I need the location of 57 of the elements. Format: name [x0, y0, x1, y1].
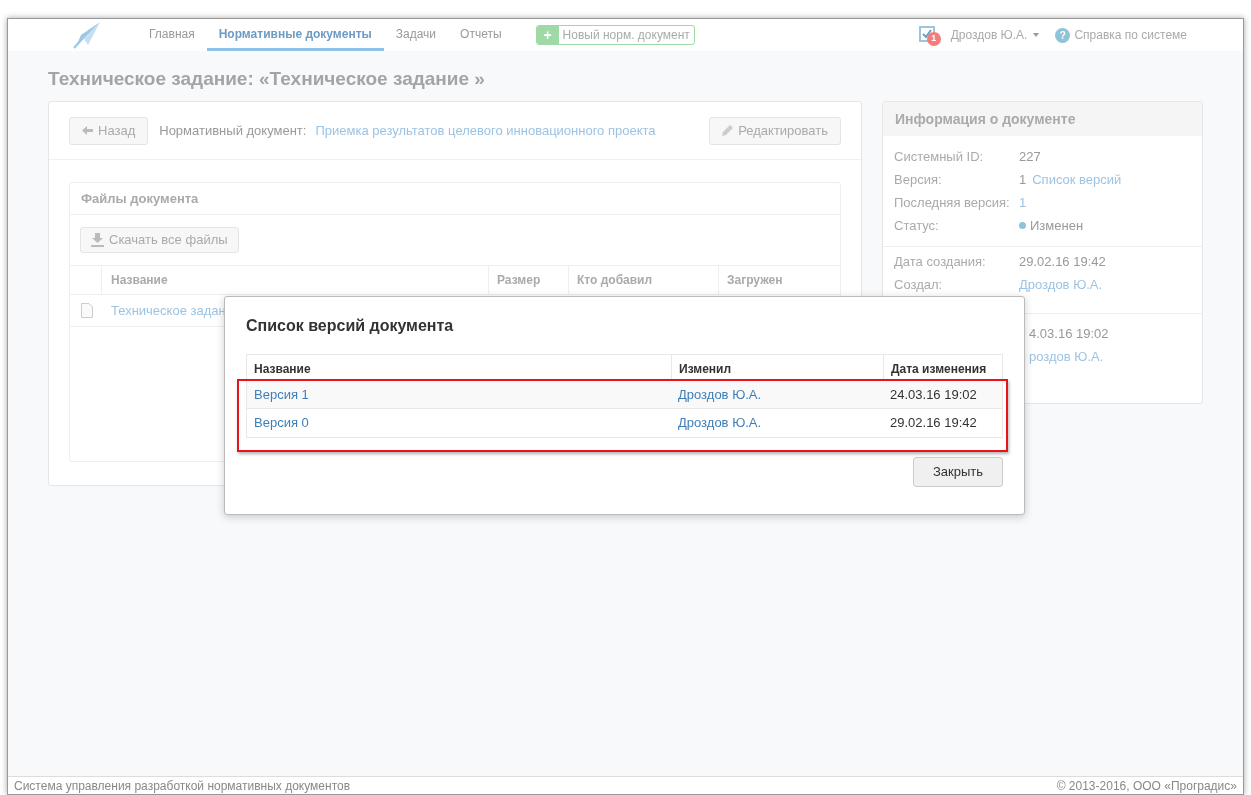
- copyright-text: © 2013-2016, ООО «Проградис»: [1056, 777, 1237, 795]
- notification-badge: 1: [926, 32, 941, 46]
- column-header: Название: [110, 272, 169, 289]
- nav-tab[interactable]: Отчеты: [448, 19, 514, 51]
- info-label: Версия:: [894, 170, 943, 189]
- download-icon: [91, 233, 104, 247]
- files-title: Файлы документа: [70, 183, 840, 215]
- author-link[interactable]: Дроздов Ю.А.: [671, 413, 883, 433]
- version-link[interactable]: Версия 1: [247, 384, 671, 405]
- nav-tab[interactable]: Задачи: [383, 19, 449, 51]
- new-document-button[interactable]: + Новый норм. документ: [535, 25, 695, 45]
- checkbox-tasks-icon: [918, 26, 935, 42]
- column-header: Дата изменения: [883, 355, 1002, 379]
- info-link[interactable]: Список версий: [1032, 169, 1122, 190]
- date-cell-text: 24.03.16 19:02: [889, 385, 978, 404]
- info-link[interactable]: Дроздов Ю.А.: [1019, 274, 1103, 295]
- info-title: Информация о документе: [883, 102, 1202, 136]
- author-link[interactable]: Дроздов Ю.А.: [671, 384, 883, 405]
- info-value: 227: [1019, 147, 1041, 166]
- document-label: Нормативный документ:: [159, 121, 307, 140]
- info-label: Создал:: [894, 275, 944, 294]
- close-button[interactable]: Закрыть: [913, 457, 1003, 487]
- pencil-icon: [722, 125, 734, 136]
- status-text: Изменен: [1030, 216, 1084, 235]
- column-header: Кто добавил: [568, 266, 718, 294]
- rocket-logo-icon: [72, 21, 102, 49]
- info-label: Статус:: [894, 216, 940, 235]
- arrow-left-icon: [82, 126, 93, 135]
- info-value: 29.02.16 19:42: [1019, 252, 1106, 271]
- nav-tab[interactable]: Нормативные документы: [206, 19, 384, 51]
- date-cell-text: 29.02.16 19:42: [889, 414, 978, 433]
- document-link[interactable]: Приемка результатов целевого инновационного проекта: [315, 120, 656, 141]
- user-menu[interactable]: Дроздов Ю.А.: [950, 26, 1040, 44]
- plus-icon: +: [536, 26, 559, 44]
- info-label: Системный ID:: [894, 147, 985, 166]
- nav-tab[interactable]: Главная: [137, 19, 207, 51]
- help-icon: ?: [1055, 27, 1071, 43]
- column-header: Изменил: [671, 355, 883, 379]
- file-icon: [81, 303, 93, 318]
- edit-button[interactable]: Редактировать: [709, 116, 841, 145]
- caret-icon: [1033, 33, 1040, 37]
- column-header: Размер: [488, 266, 568, 294]
- info-label: Последняя версия:: [894, 193, 1011, 212]
- info-link[interactable]: 1: [1019, 192, 1027, 213]
- footer-text: Система управления разработкой нормативных документов: [14, 777, 351, 795]
- page-title: Техническое задание: «Техническое задание »: [48, 67, 486, 91]
- back-button[interactable]: Назад: [69, 116, 149, 145]
- info-value: 1: [1019, 170, 1027, 189]
- column-header: Загружен: [718, 266, 840, 294]
- info-value: 4.03.16 19:02: [1029, 324, 1109, 343]
- version-link[interactable]: Версия 0: [247, 413, 671, 433]
- dialog-title: Список версий документа: [246, 316, 455, 336]
- info-label: Дата создания:: [894, 252, 987, 271]
- help-link[interactable]: ? Справка по системе: [1055, 26, 1187, 44]
- download-all-button[interactable]: Скачать все файлы: [80, 227, 239, 253]
- column-header: Название: [253, 361, 312, 378]
- info-link[interactable]: роздов Ю.А.: [1029, 346, 1104, 367]
